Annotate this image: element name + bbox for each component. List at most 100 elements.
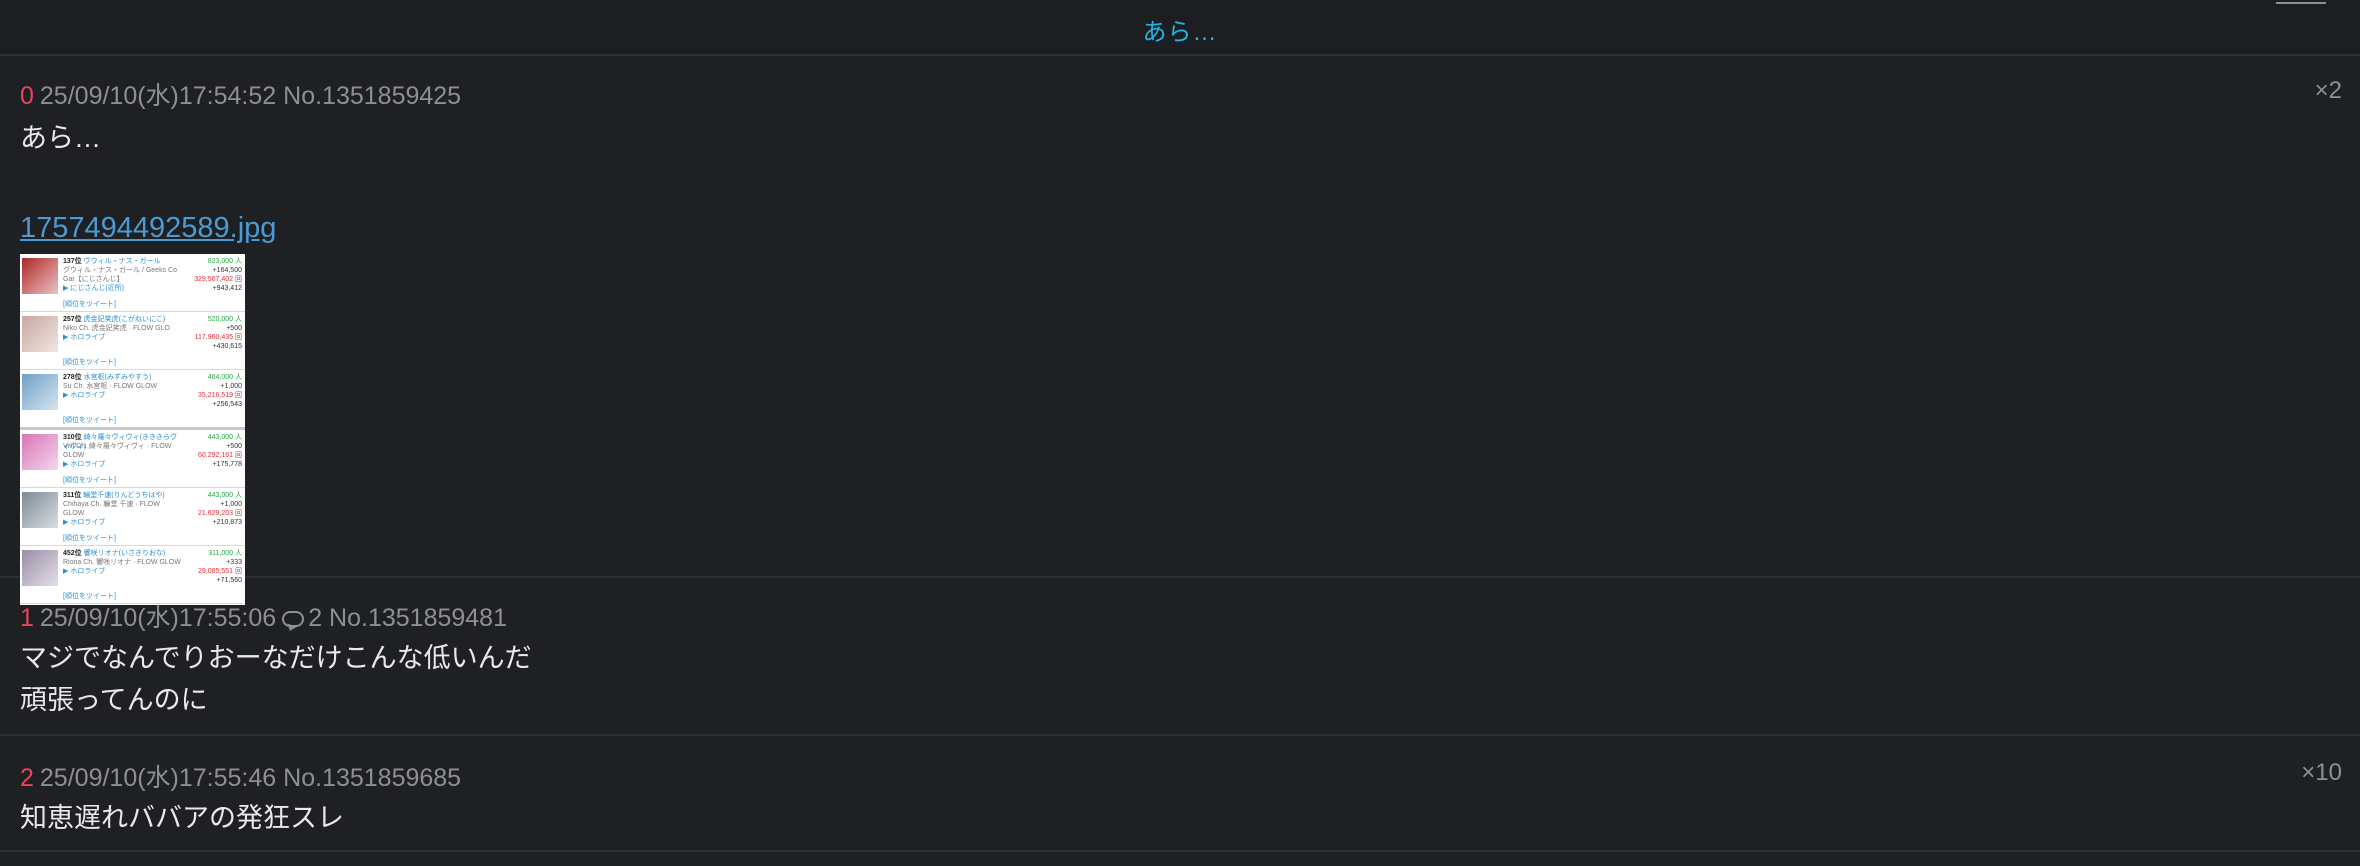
avatar	[22, 434, 58, 470]
quote-count-badge[interactable]: ×10	[2301, 759, 2342, 787]
ranking-row: 278位 水宮枢(みずみやすう) Su Ch. 水宮枢 · FLOW GLOW ▶ …	[20, 370, 245, 430]
tweet-link: [順位をツイート]	[63, 417, 116, 424]
stats: 823,000 人 +164,500 329,567,402 回 +943,412	[182, 257, 242, 293]
rank-label: 311位	[63, 492, 82, 499]
ranking-name: 278位 水宮枢(みずみやすう)	[63, 373, 183, 382]
group-label: ▶ ホロライブ	[63, 519, 106, 526]
reply-count[interactable]: 2	[308, 604, 322, 632]
ranking-name: 311位 輪堂千速(りんどうちはや)	[63, 491, 183, 500]
tweet-link: [順位をツイート]	[63, 477, 116, 484]
post-meta: 2 25/09/10(水)17:55:46 No.1351859685	[20, 758, 461, 794]
subscribers-delta: +500	[226, 443, 242, 450]
rank-label: 278位	[63, 374, 82, 381]
channel-sub-text: Chihaya Ch. 輪堂 千速 · FLOW GLOW	[63, 501, 160, 517]
avatar	[22, 316, 58, 352]
ranking-name: 137位 ヴウィル・ナス・ガール	[63, 257, 183, 266]
group-name: ホロライブ	[70, 334, 106, 341]
tweet-link: [順位をツイート]	[63, 359, 116, 366]
views-delta: +256,543	[212, 401, 242, 408]
subscribers: 443,000 人	[207, 434, 242, 441]
quote-count-badge[interactable]: ×2	[2315, 77, 2342, 105]
post-id[interactable]: No.1351859425	[283, 82, 461, 110]
views: 60,292,161 回	[198, 452, 242, 459]
ranking-name: 257位 虎金妃笑虎(こがねいにこ)	[63, 315, 183, 324]
tweet-link: [順位をツイート]	[63, 301, 116, 308]
avatar	[22, 374, 58, 410]
group-label: ▶ ホロライブ	[63, 461, 106, 468]
thread-header: あら…	[0, 0, 2360, 56]
stats: 464,000 人 +1,000 35,216,519 回 +256,543	[182, 373, 242, 409]
channel-name: 輪堂千速(りんどうちはや)	[83, 492, 165, 499]
views: 117,960,435 回	[194, 334, 242, 341]
subscribers-delta: +500	[226, 325, 242, 332]
thread-title: あら…	[1142, 19, 1218, 46]
channel-name: 響咲リオナ(いさきりおな)	[83, 550, 166, 557]
channel-name: 水宮枢(みずみやすう)	[83, 374, 152, 381]
post-meta: 1 25/09/10(水)17:55:06 2 No.1351859481	[20, 598, 507, 634]
channel-sub: Niko Ch. 虎金妃笑虎 · FLOW GLO ▶ ホロライブ	[63, 324, 183, 342]
back-icon[interactable]	[205, 0, 255, 2]
group-name: ホロライブ	[70, 519, 106, 526]
attachment-thumbnail[interactable]: 137位 ヴウィル・ナス・ガール グウィル・ナス・ガール / Geeks Co G…	[20, 254, 245, 605]
channel-sub: Vivi Ch. 綺々羅々ヴィヴィ · FLOW GLOW ▶ ホロライブ	[63, 442, 183, 469]
post-text: あら…	[20, 123, 101, 153]
thread-view: あら… 0 25/09/10(水)17:54:52 No.1351859425 ×…	[0, 0, 2360, 866]
views-delta: +943,412	[212, 285, 242, 292]
menu-icon[interactable]	[2276, 0, 2326, 4]
channel-sub-text: グウィル・ナス・ガール / Geeks Co Gar【にじさんじ】	[63, 267, 177, 283]
post-text: 知恵遅れババアの発狂スレ	[20, 803, 344, 833]
channel-sub: グウィル・ナス・ガール / Geeks Co Gar【にじさんじ】 ▶ にじさんじ…	[63, 266, 183, 293]
ranking-row: 257位 虎金妃笑虎(こがねいにこ) Niko Ch. 虎金妃笑虎 · FLOW …	[20, 312, 245, 370]
post-meta: 0 25/09/10(水)17:54:52 No.1351859425	[20, 76, 461, 112]
group-name: ホロライブ	[70, 568, 106, 575]
views-delta: +210,873	[212, 519, 242, 526]
post-id[interactable]: No.1351859481	[329, 604, 507, 632]
ranking-row: 137位 ヴウィル・ナス・ガール グウィル・ナス・ガール / Geeks Co G…	[20, 254, 245, 312]
subscribers: 823,000 人	[207, 258, 242, 265]
subscribers: 443,000 人	[207, 492, 242, 499]
views: 35,216,519 回	[198, 392, 242, 399]
post-id[interactable]: No.1351859685	[283, 764, 461, 792]
post-number[interactable]: 1	[20, 604, 34, 632]
subscribers: 311,000 人	[208, 550, 242, 557]
views-delta: +430,615	[212, 343, 242, 350]
tweet-link: [順位をツイート]	[63, 535, 116, 542]
group-label: ▶ にじさんじ(近所)	[63, 285, 124, 292]
attachment-link[interactable]: 1757494492589.jpg	[20, 212, 276, 245]
ranking-name: 452位 響咲リオナ(いさきりおな)	[63, 549, 183, 558]
views-delta: +175,778	[212, 461, 242, 468]
post-datetime: 25/09/10(水)17:55:06	[39, 604, 277, 632]
post-0: 0 25/09/10(水)17:54:52 No.1351859425 ×2 あら…	[0, 56, 2360, 605]
rank-label: 310位	[63, 434, 82, 441]
channel-name: ヴウィル・ナス・ガール	[83, 258, 161, 265]
views: 329,567,402 回	[194, 276, 242, 283]
channel-sub: Riona Ch. 響咲リオナ · FLOW GLOW ▶ ホロライブ	[63, 558, 183, 576]
subscribers: 520,000 人	[207, 316, 242, 323]
reply-bubble-icon[interactable]	[282, 611, 305, 627]
ranking-row: 310位 綺々羅々ヴィヴィ(きききらヴィヴィ) Vivi Ch. 綺々羅々ヴィヴィ…	[20, 430, 245, 488]
post-2: 2 25/09/10(水)17:55:46 No.1351859685 ×10 知…	[0, 736, 2360, 852]
subscribers-delta: +333	[226, 559, 242, 566]
subscribers-delta: +164,500	[212, 267, 242, 274]
channel-sub-text: Su Ch. 水宮枢 · FLOW GLOW	[63, 383, 158, 390]
post-text-line: マジでなんでりおーなだけこんな低いんだ	[20, 643, 532, 673]
channel-sub-text: Riona Ch. 響咲リオナ · FLOW GLOW	[63, 559, 181, 566]
post-datetime: 25/09/10(水)17:54:52	[39, 82, 277, 110]
subscribers-delta: +1,000	[220, 501, 242, 508]
stats: 520,000 人 +500 117,960,435 回 +430,615	[182, 315, 242, 351]
channel-name: 虎金妃笑虎(こがねいにこ)	[83, 316, 166, 323]
channel-sub: Chihaya Ch. 輪堂 千速 · FLOW GLOW ▶ ホロライブ	[63, 500, 183, 527]
channel-sub: Su Ch. 水宮枢 · FLOW GLOW ▶ ホロライブ	[63, 382, 183, 400]
rank-label: 137位	[63, 258, 82, 265]
views: 29,085,551 回	[198, 568, 242, 575]
post-number[interactable]: 0	[20, 82, 34, 110]
ranking-row: 311位 輪堂千速(りんどうちはや) Chihaya Ch. 輪堂 千速 · FL…	[20, 488, 245, 546]
subscribers: 464,000 人	[207, 374, 242, 381]
post-datetime: 25/09/10(水)17:55:46	[39, 764, 277, 792]
group-label: ▶ ホロライブ	[63, 334, 106, 341]
avatar	[22, 492, 58, 528]
group-name: にじさんじ(近所)	[70, 285, 124, 292]
post-number[interactable]: 2	[20, 764, 34, 792]
post-1: 1 25/09/10(水)17:55:06 2 No.1351859481 マジでな…	[0, 578, 2360, 736]
subscribers-delta: +1,000	[220, 383, 242, 390]
